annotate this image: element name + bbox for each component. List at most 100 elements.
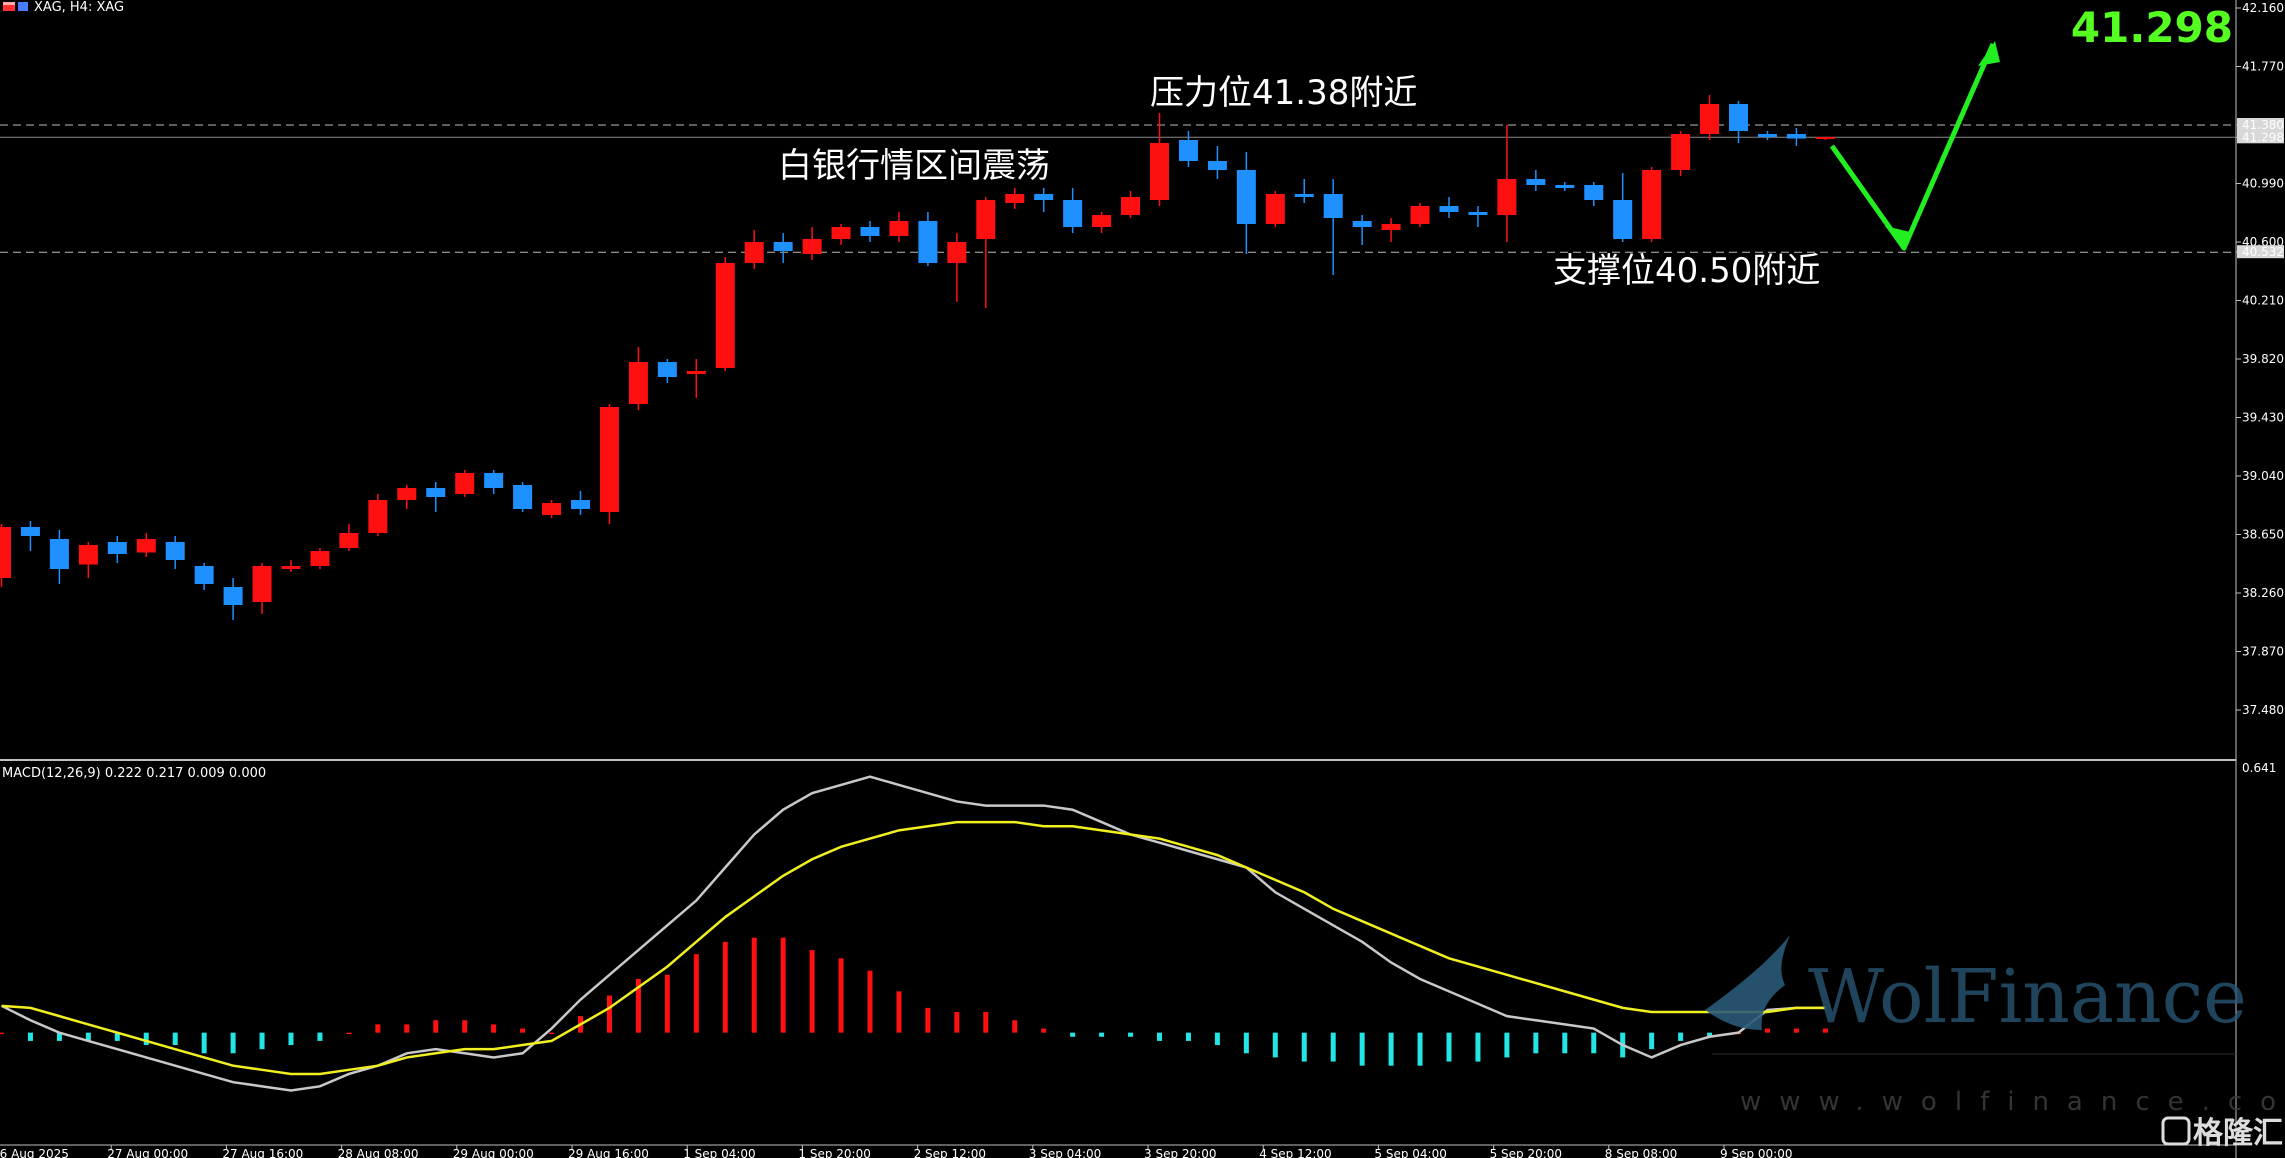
candle-body — [686, 371, 706, 374]
macd-histogram-bar — [549, 1032, 555, 1035]
candle-body — [1063, 200, 1083, 227]
candle-body — [947, 242, 967, 263]
candle-body — [0, 527, 11, 578]
candle-body — [1757, 134, 1777, 137]
macd-histogram-bar — [1214, 1032, 1220, 1046]
macd-histogram-bar — [809, 950, 815, 1033]
candle-body — [1034, 194, 1054, 200]
time-tick-label: 1 Sep 04:00 — [683, 1147, 755, 1158]
macd-histogram-bar — [462, 1020, 468, 1033]
candle-body — [1439, 206, 1459, 212]
macd-histogram-bar — [1793, 1028, 1799, 1033]
time-tick-label: 5 Sep 20:00 — [1490, 1147, 1562, 1158]
macd-histogram-bar — [1128, 1032, 1134, 1037]
candle-body — [49, 539, 69, 569]
macd-histogram-bar — [288, 1032, 294, 1046]
candle-body — [918, 221, 938, 263]
macd-histogram-bar — [1185, 1032, 1191, 1041]
macd-histogram-bar — [201, 1032, 207, 1054]
price-tick-label: 40.990 — [2242, 177, 2284, 191]
macd-histogram-bar — [1562, 1032, 1568, 1054]
macd-histogram-bar — [1388, 1032, 1394, 1066]
time-tick-label: 8 Sep 08:00 — [1605, 1147, 1677, 1158]
time-tick-label: 29 Aug 16:00 — [568, 1147, 649, 1158]
candle-body — [194, 566, 214, 584]
candle-body — [889, 221, 909, 236]
macd-histogram-bar — [1764, 1028, 1770, 1033]
candle-body — [542, 503, 562, 515]
watermark-url: www.wolfinance.com — [1740, 1087, 2285, 1117]
macd-histogram-bar — [259, 1032, 265, 1050]
macd-histogram-bar — [317, 1032, 323, 1041]
macd-histogram-bar — [433, 1020, 439, 1033]
macd-histogram-bar — [1475, 1032, 1481, 1062]
price-tick-label: 41.770 — [2242, 60, 2284, 74]
candle-body — [1815, 137, 1835, 139]
price-tick-label: 38.650 — [2242, 528, 2284, 542]
candle-body — [1092, 215, 1112, 227]
candle-body — [1294, 194, 1314, 197]
candle-body — [1150, 143, 1169, 200]
macd-histogram-bar — [172, 1032, 178, 1046]
macd-histogram-bar — [751, 937, 757, 1033]
macd-histogram-bar — [1649, 1032, 1655, 1050]
candle-body — [599, 407, 619, 512]
macd-histogram-bar — [983, 1012, 989, 1033]
time-tick-label: 29 Aug 00:00 — [453, 1147, 534, 1158]
macd-histogram-bar — [143, 1032, 149, 1046]
macd-histogram-bar — [27, 1032, 33, 1041]
time-tick-label: 2 Sep 12:00 — [914, 1147, 986, 1158]
macd-histogram-bar — [896, 991, 902, 1033]
candle-body — [1526, 179, 1546, 185]
candle-body — [1352, 221, 1372, 227]
candle-body — [1642, 170, 1662, 239]
candle-body — [397, 488, 417, 500]
time-tick-label: 9 Sep 00:00 — [1720, 1147, 1792, 1158]
macd-histogram-bar — [1417, 1032, 1423, 1066]
candle-body — [78, 545, 98, 565]
resistance-annotation: 压力位41.38附近 — [1150, 73, 1417, 113]
candle-body — [1584, 185, 1604, 200]
candle-body — [165, 542, 185, 560]
chart-canvas: XAG, H4: XAG 42.16041.77041.38041.29840.… — [0, 0, 2285, 1158]
macd-histogram-bar — [954, 1012, 960, 1033]
macd-histogram-bar — [1041, 1028, 1047, 1033]
candle-body — [455, 473, 475, 494]
time-tick-label: 26 Aug 2025 — [0, 1147, 69, 1158]
macd-histogram-bar — [1591, 1032, 1597, 1054]
candle-body — [1468, 212, 1488, 215]
candle-body — [1786, 134, 1806, 139]
candle-body — [484, 473, 504, 488]
time-tick-label: 27 Aug 00:00 — [107, 1147, 188, 1158]
macd-histogram-bar — [1272, 1032, 1278, 1058]
candle-body — [1671, 134, 1691, 170]
candle-body — [1497, 179, 1517, 215]
macd-histogram-bar — [375, 1024, 381, 1033]
candle-body — [1121, 197, 1141, 215]
time-tick-label: 27 Aug 16:00 — [222, 1147, 303, 1158]
range-annotation: 白银行情区间震荡 — [778, 146, 1050, 186]
candle-body — [715, 263, 735, 368]
macd-histogram-bar — [606, 995, 612, 1033]
candle-body — [1323, 194, 1343, 218]
macd-histogram-bar — [1446, 1032, 1452, 1062]
price-tick-label: 39.430 — [2242, 411, 2284, 425]
watermark-brand: WolFinance — [1808, 954, 2247, 1040]
macd-histogram-bar — [1330, 1032, 1336, 1062]
macd-histogram-bar — [664, 974, 670, 1033]
candle-body — [1410, 206, 1430, 224]
candle-body — [223, 587, 243, 605]
candle-body — [426, 488, 446, 497]
macd-histogram-bar — [867, 970, 873, 1033]
candle-body — [1555, 185, 1575, 188]
candle-body — [281, 566, 301, 569]
candle-body — [628, 362, 648, 404]
candle-body — [107, 542, 127, 554]
candle-body — [136, 539, 156, 553]
price-tick-label: 38.260 — [2242, 586, 2284, 600]
time-tick-label: 3 Sep 20:00 — [1144, 1147, 1216, 1158]
candle-body — [744, 242, 764, 263]
candle-body — [1265, 194, 1285, 224]
candle-body — [831, 227, 851, 239]
time-tick-label: 1 Sep 20:00 — [798, 1147, 870, 1158]
